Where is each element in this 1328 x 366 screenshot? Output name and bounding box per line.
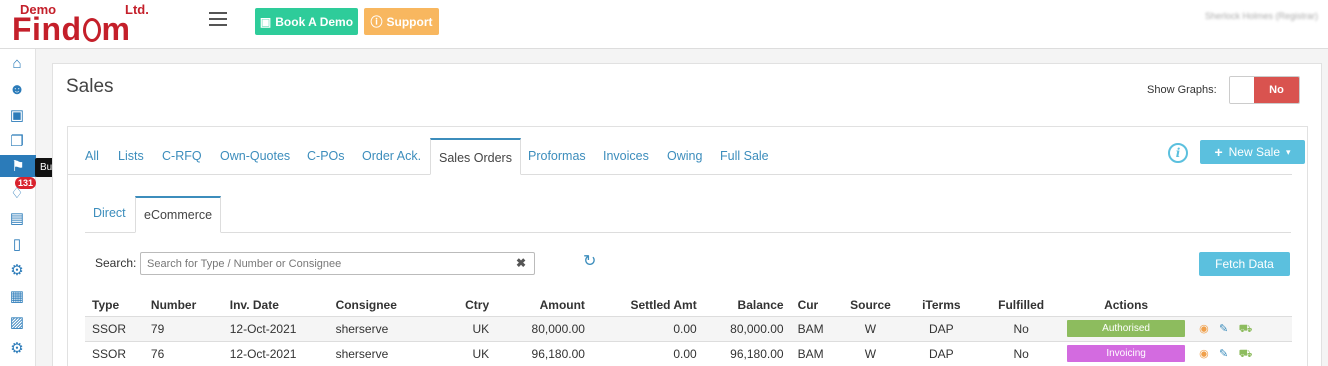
col-number[interactable]: Number	[144, 294, 223, 316]
col-settled-amt[interactable]: Settled Amt	[592, 294, 704, 316]
col-amount[interactable]: Amount	[496, 294, 592, 316]
sales-panel: Sales Show Graphs: No All Lists C-RFQ Ow…	[52, 63, 1322, 366]
subtab-ecommerce[interactable]: eCommerce	[135, 196, 222, 233]
table-row[interactable]: SSOR 79 12-Oct-2021 sherserve UK 80,000.…	[85, 315, 1292, 341]
wrench-icon[interactable]: ⚙	[6, 259, 28, 281]
col-balance[interactable]: Balance	[704, 294, 791, 316]
tab-full-sale[interactable]: Full Sale	[720, 138, 769, 174]
main-tabs: All Lists C-RFQ Own-Quotes C-POs Order A…	[68, 138, 1292, 175]
view-icon[interactable]: ◉	[1199, 322, 1209, 335]
tab-c-rfq[interactable]: C-RFQ	[162, 138, 202, 174]
truck-icon[interactable]: ⛟	[1239, 323, 1253, 337]
invoice-icon[interactable]: ▤	[6, 207, 28, 229]
status-badge[interactable]: Authorised	[1067, 320, 1186, 337]
hierarchy-icon[interactable]: ▦	[6, 285, 28, 307]
tab-invoices[interactable]: Invoices	[603, 138, 649, 174]
search-label: Search:	[95, 256, 137, 270]
calendar-icon: ▣	[259, 14, 272, 29]
documents-icon[interactable]: ❐	[6, 130, 28, 152]
col-iterms[interactable]: iTerms	[900, 294, 982, 316]
tab-sales-orders[interactable]: Sales Orders	[430, 138, 521, 175]
menu-toggle-icon[interactable]	[209, 12, 227, 28]
show-graphs-toggle[interactable]: No	[1229, 76, 1300, 104]
contacts-icon[interactable]: ☻	[6, 78, 28, 100]
show-graphs-label: Show Graphs:	[1147, 84, 1217, 96]
support-button[interactable]: ⓘ Support	[364, 8, 439, 35]
search-field: ✖	[140, 252, 535, 275]
question-circle-icon: ⓘ	[370, 15, 383, 29]
table-header-row: Type Number Inv. Date Consignee Ctry Amo…	[85, 294, 1292, 316]
top-bar: Demo Ltd. Find m ▣ Book A Demo ⓘ Support …	[0, 0, 1328, 49]
col-inv-date[interactable]: Inv. Date	[223, 294, 329, 316]
logo[interactable]: Demo Ltd. Find m	[12, 2, 172, 47]
sales-orders-table: Type Number Inv. Date Consignee Ctry Amo…	[85, 294, 1292, 366]
caret-down-icon: ▾	[1286, 146, 1291, 157]
id-card-icon[interactable]: ▨	[6, 311, 28, 333]
col-fulfilled[interactable]: Fulfilled	[982, 294, 1060, 316]
tab-own-quotes[interactable]: Own-Quotes	[220, 138, 290, 174]
tab-proformas[interactable]: Proformas	[528, 138, 586, 174]
user-menu[interactable]: Sherlock Holmes (Registrar)	[1205, 11, 1318, 21]
box-icon[interactable]: ▣	[6, 104, 28, 126]
logo-wordmark: Find m	[12, 11, 131, 47]
tab-all[interactable]: All	[85, 138, 99, 174]
col-consignee[interactable]: Consignee	[329, 294, 455, 316]
info-icon[interactable]: i	[1168, 143, 1188, 163]
notification-badge: 131	[15, 177, 37, 189]
col-cur[interactable]: Cur	[791, 294, 841, 316]
tab-c-pos[interactable]: C-POs	[307, 138, 345, 174]
tab-lists[interactable]: Lists	[118, 138, 144, 174]
col-ctry[interactable]: Ctry	[454, 294, 496, 316]
clear-icon[interactable]: ✖	[516, 256, 526, 270]
book-demo-button[interactable]: ▣ Book A Demo	[255, 8, 358, 35]
new-sale-button[interactable]: + New Sale ▾	[1200, 140, 1305, 164]
tab-container: All Lists C-RFQ Own-Quotes C-POs Order A…	[67, 126, 1308, 366]
page-title: Sales	[66, 76, 114, 97]
edit-icon[interactable]: ✎	[1219, 347, 1228, 360]
gear-icon[interactable]: ⚙	[6, 337, 28, 359]
status-badge[interactable]: Invoicing	[1067, 345, 1186, 363]
sub-tabs: Direct eCommerce	[85, 196, 1291, 233]
subtab-direct[interactable]: Direct	[93, 196, 126, 231]
col-type[interactable]: Type	[85, 294, 144, 316]
view-icon[interactable]: ◉	[1199, 347, 1209, 360]
col-source[interactable]: Source	[840, 294, 900, 316]
col-actions: Actions	[1104, 297, 1149, 312]
signpost-icon[interactable]: ⚑	[0, 155, 36, 177]
refresh-icon[interactable]: ↻	[583, 251, 596, 271]
bookmark-icon[interactable]: ▯	[6, 233, 28, 255]
home-icon[interactable]: ⌂	[6, 52, 28, 74]
search-input[interactable]	[141, 253, 501, 274]
table-row[interactable]: SSOR 76 12-Oct-2021 sherserve UK 96,180.…	[85, 340, 1292, 366]
edit-icon[interactable]: ✎	[1219, 322, 1228, 335]
fetch-data-button[interactable]: Fetch Data	[1199, 252, 1290, 276]
tab-order-ack[interactable]: Order Ack.	[362, 138, 421, 174]
tab-owing[interactable]: Owing	[667, 138, 702, 174]
sidebar: ⌂ ☻ ▣ ❐ ⚑ ♢ 131 ▤ ▯ ⚙ ▦ ▨ ⚙	[0, 49, 37, 366]
truck-icon[interactable]: ⛟	[1239, 348, 1253, 362]
plus-icon: +	[1214, 144, 1223, 160]
toggle-value: No	[1254, 77, 1299, 103]
